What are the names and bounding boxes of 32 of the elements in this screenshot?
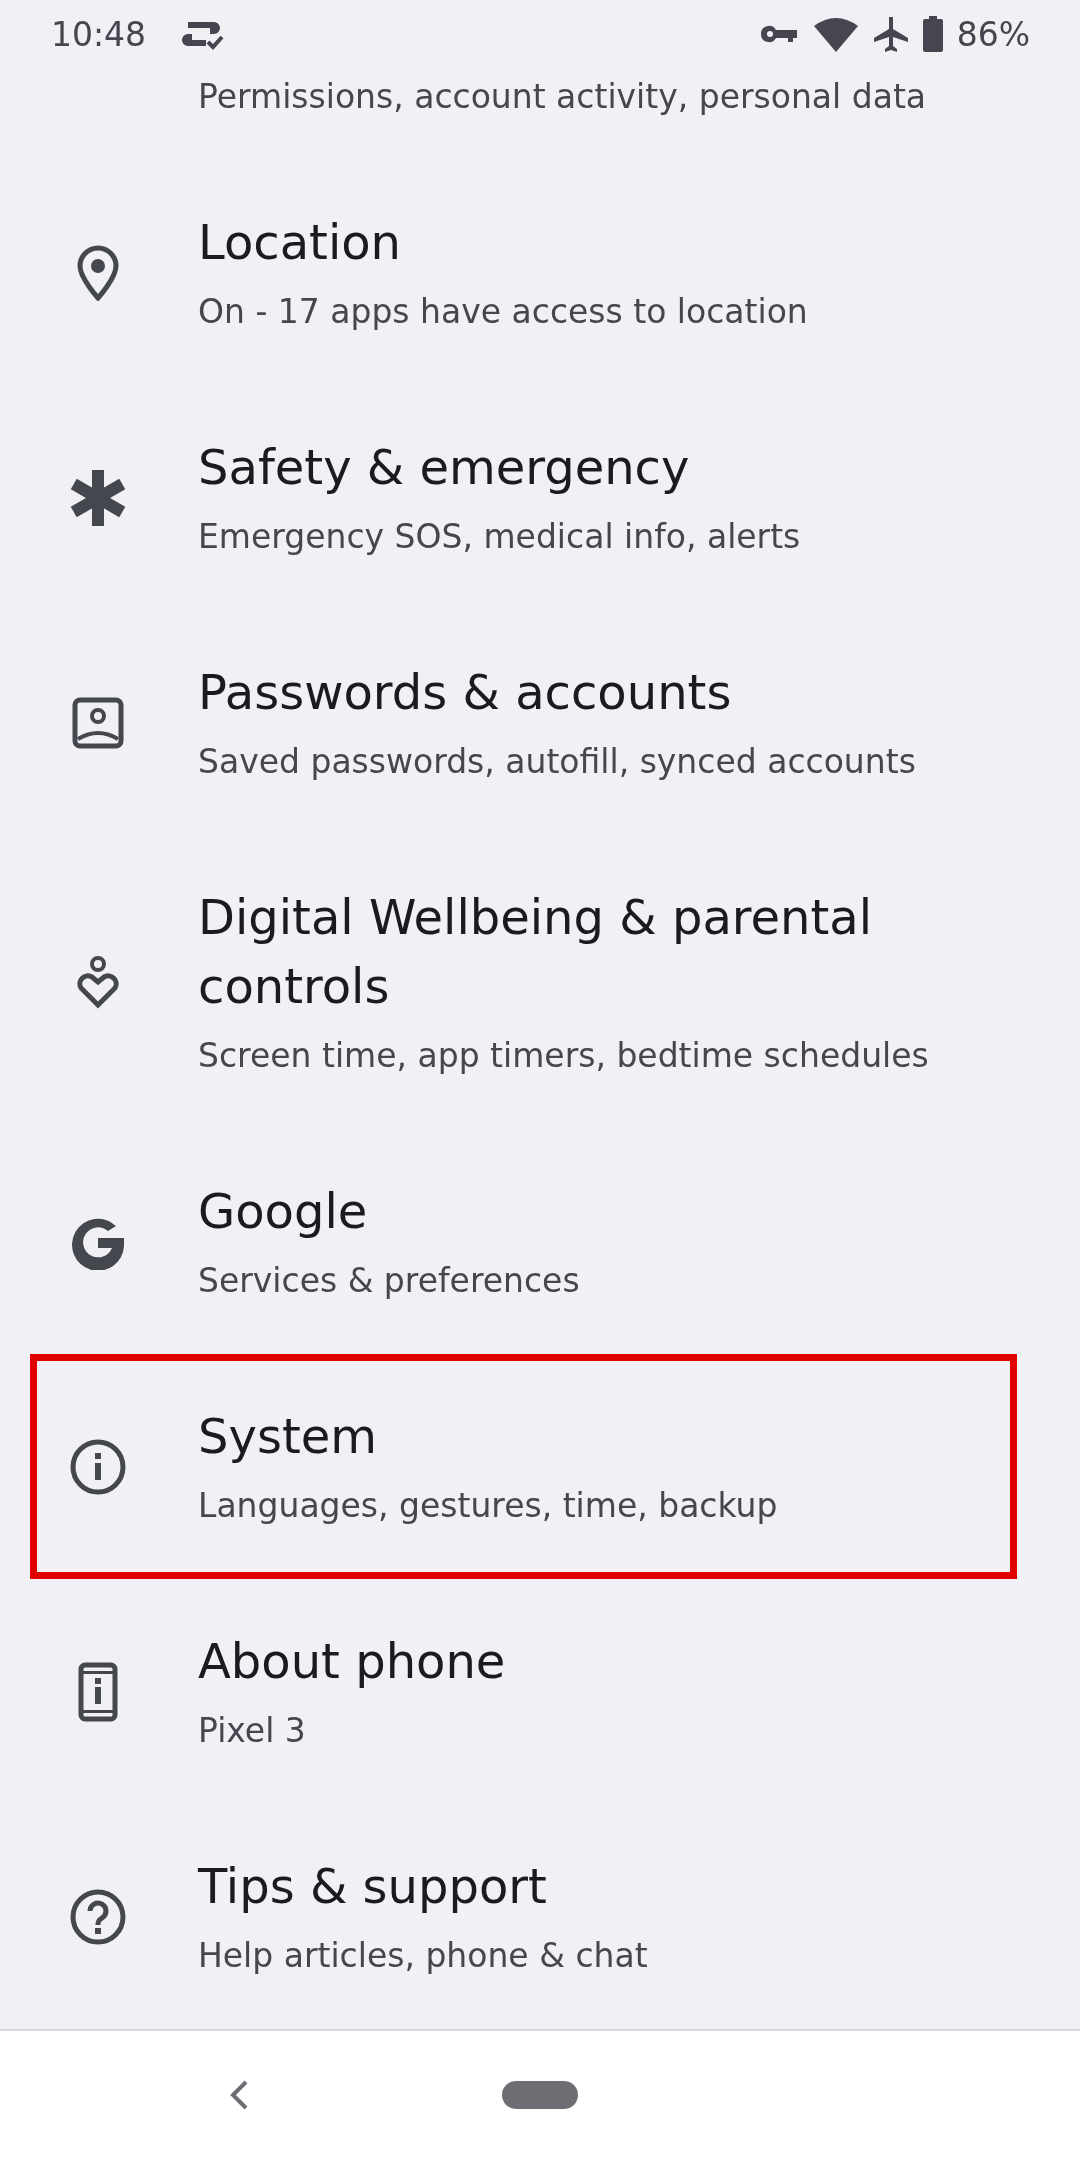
item-title[interactable]: Tips & support xyxy=(198,1852,547,1921)
item-subtitle: Languages, gestures, time, backup xyxy=(198,1485,778,1527)
phone-info-icon xyxy=(78,1661,118,1722)
item-title[interactable]: Location xyxy=(198,208,401,277)
back-icon[interactable] xyxy=(229,2079,249,2111)
battery-icon xyxy=(922,16,943,52)
item-subtitle: On - 17 apps have access to location xyxy=(198,291,808,333)
item-subtitle: Services & preferences xyxy=(198,1260,580,1302)
item-title[interactable]: Google xyxy=(198,1177,368,1246)
item-subtitle: Saved passwords, autofill, synced accounts xyxy=(198,741,916,783)
airplane-icon xyxy=(872,15,909,53)
item-title[interactable]: Digital Wellbeing & parental controls xyxy=(198,883,1010,1021)
item-subtitle: Permissions, account activity, personal data xyxy=(198,76,928,118)
home-handle[interactable] xyxy=(502,2081,578,2109)
info-icon xyxy=(70,1438,126,1495)
key-icon xyxy=(758,23,799,45)
item-title[interactable]: System xyxy=(198,1402,377,1471)
help-icon xyxy=(70,1888,126,1945)
battery-percentage: 86% xyxy=(956,14,1030,54)
account-box-icon xyxy=(72,696,124,749)
wifi-icon xyxy=(812,16,859,52)
status-time: 10:48 xyxy=(51,14,147,54)
item-subtitle: Pixel 3 xyxy=(198,1710,306,1752)
item-title[interactable]: About phone xyxy=(198,1627,506,1696)
item-subtitle: Screen time, app timers, bedtime schedules xyxy=(198,1035,929,1077)
person-heart-icon xyxy=(76,955,120,1009)
item-title[interactable]: Safety & emergency xyxy=(198,433,690,502)
item-subtitle: Emergency SOS, medical info, alerts xyxy=(198,516,801,558)
item-title[interactable]: Passwords & accounts xyxy=(198,658,732,727)
asterisk-icon xyxy=(70,469,126,526)
item-subtitle: Help articles, phone & chat xyxy=(198,1935,648,1977)
location-pin-icon xyxy=(77,244,119,301)
